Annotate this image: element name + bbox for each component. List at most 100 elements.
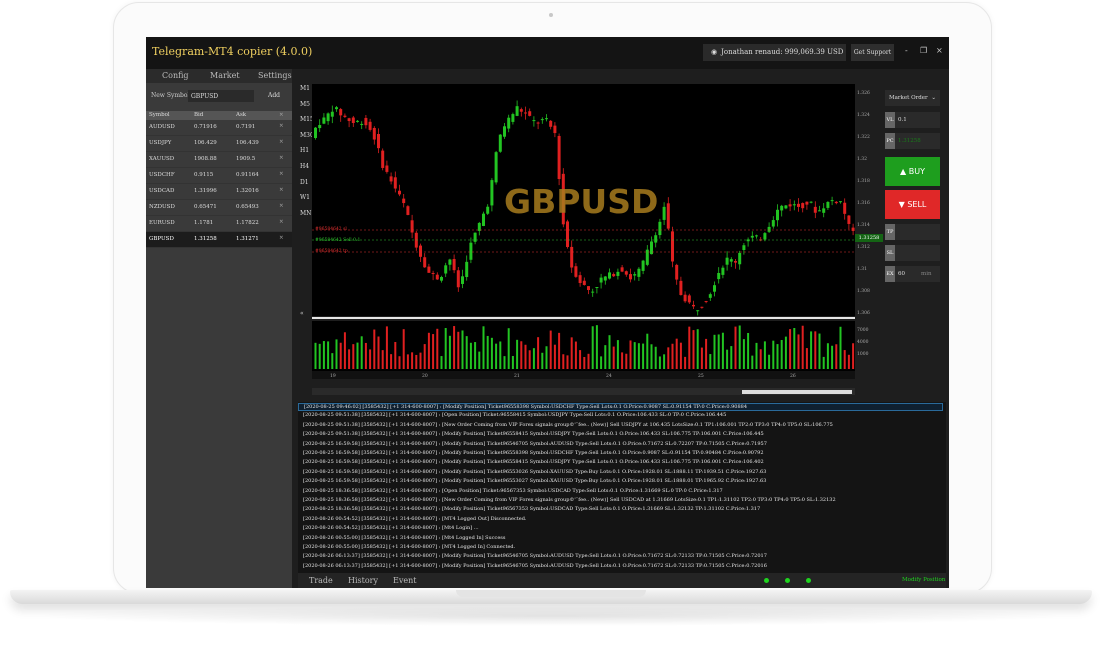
volume-bar bbox=[650, 344, 653, 369]
symbol-row[interactable]: EURUSD 1.1781 1.17822 × bbox=[146, 216, 292, 232]
remove-symbol-icon[interactable]: × bbox=[279, 203, 284, 209]
symbol-row[interactable]: AUDUSD 0.71916 0.7191 × bbox=[146, 120, 292, 136]
candle-body bbox=[675, 264, 679, 280]
volume-bar bbox=[343, 332, 346, 369]
candle-body bbox=[381, 150, 385, 168]
expiry-field[interactable]: EX 60 min bbox=[885, 266, 940, 282]
volume-bar bbox=[822, 356, 825, 369]
candle-body bbox=[473, 232, 477, 242]
timeframe-d1[interactable]: D1 bbox=[300, 179, 309, 186]
time-axis-label: 26 bbox=[790, 373, 796, 379]
buy-button[interactable]: ▲ BUY bbox=[885, 157, 940, 186]
volume-bar bbox=[789, 329, 792, 369]
symbol-row[interactable]: GBPUSD 1.31258 1.31271 × bbox=[146, 232, 292, 248]
volume-label: VL bbox=[885, 112, 895, 128]
price-axis-label: 1.314 bbox=[857, 222, 870, 228]
candle-body bbox=[637, 268, 641, 277]
remove-symbol-icon[interactable]: × bbox=[279, 155, 284, 161]
remove-symbol-icon[interactable]: × bbox=[279, 187, 284, 193]
new-symbol-input[interactable] bbox=[188, 90, 254, 102]
bottom-bar: Trade History Event Modify Position bbox=[298, 573, 946, 588]
volume-bar bbox=[482, 326, 485, 369]
volume-bar bbox=[730, 346, 733, 369]
symbol-row[interactable]: NZDUSD 0.65471 0.65493 × bbox=[146, 200, 292, 216]
remove-symbol-icon[interactable]: × bbox=[279, 219, 284, 225]
order-type-select[interactable]: Market Order ⌄ bbox=[885, 90, 940, 106]
candle-body bbox=[654, 235, 658, 243]
candle-body bbox=[498, 134, 502, 152]
remove-symbol-icon[interactable]: × bbox=[279, 139, 284, 145]
symbol-row[interactable]: XAUUSD 1908.88 1909.5 × bbox=[146, 152, 292, 168]
tab-settings[interactable]: Settings bbox=[258, 71, 292, 80]
volume-bar bbox=[784, 336, 787, 369]
volume-bar bbox=[419, 352, 422, 369]
candle-body bbox=[641, 260, 645, 271]
volume-bar bbox=[738, 325, 741, 369]
volume-bar bbox=[700, 347, 703, 369]
candle-body bbox=[419, 245, 422, 257]
remove-symbol-icon[interactable]: × bbox=[279, 171, 284, 177]
candle-body bbox=[482, 213, 485, 226]
add-symbol-button[interactable]: Add bbox=[261, 90, 287, 102]
tab-trade[interactable]: Trade bbox=[309, 576, 333, 585]
minimize-button[interactable]: - bbox=[905, 46, 908, 55]
sell-button[interactable]: ▼ SELL bbox=[885, 190, 940, 219]
volume-bar bbox=[440, 356, 443, 369]
maximize-button[interactable]: ❐ bbox=[920, 46, 927, 55]
symbol-row[interactable]: USDJPY 106.429 106.439 × bbox=[146, 136, 292, 152]
take-profit-field[interactable]: TP bbox=[885, 224, 940, 240]
candle-body bbox=[608, 272, 611, 279]
volume-bar bbox=[608, 335, 611, 369]
timeframe-m1[interactable]: M1 bbox=[300, 85, 310, 92]
candle-body bbox=[822, 208, 826, 213]
candle-body bbox=[519, 109, 523, 112]
volume-bar bbox=[663, 354, 666, 369]
remove-symbol-icon[interactable]: × bbox=[279, 123, 284, 129]
timeframe-h1[interactable]: H1 bbox=[300, 147, 309, 154]
collapse-panel-icon[interactable]: « bbox=[300, 310, 304, 317]
event-log[interactable]: [2020-08-25 09:46:02] [3585432] [+1 314-… bbox=[298, 402, 946, 573]
candle-body bbox=[553, 125, 557, 134]
candle-body bbox=[314, 127, 317, 138]
close-button[interactable]: × bbox=[936, 46, 943, 55]
volume-bar bbox=[511, 355, 514, 369]
volume-value: 0.1 bbox=[898, 117, 907, 123]
candle-body bbox=[633, 274, 637, 276]
tab-history[interactable]: History bbox=[348, 576, 378, 585]
tab-config[interactable]: Config bbox=[162, 71, 189, 80]
candle-body bbox=[603, 276, 607, 281]
log-entry: [2020-08-25 16:59:58] [3585432] [+1 314-… bbox=[303, 450, 764, 456]
tab-event[interactable]: Event bbox=[393, 576, 416, 585]
timeframe-h4[interactable]: H4 bbox=[300, 163, 309, 170]
candle-body bbox=[393, 177, 397, 189]
candle-body bbox=[578, 275, 582, 283]
candle-body bbox=[725, 257, 729, 265]
account-info[interactable]: ◉ Jonathan renaud: 999,069.39 USD bbox=[703, 44, 846, 61]
volume-bar bbox=[801, 325, 804, 369]
volume-field[interactable]: VL 0.1 bbox=[885, 112, 940, 128]
symbol-row[interactable]: USDCAD 1.31996 1.32016 × bbox=[146, 184, 292, 200]
candle-body bbox=[658, 221, 662, 236]
price-value: 1.31258 bbox=[898, 138, 921, 144]
volume-bar bbox=[469, 342, 472, 369]
log-entry: [2020-08-26 00:54:52] [3585432] [+1 314-… bbox=[303, 515, 527, 522]
log-entry: [2020-08-25 16:59:58] [3585432] [+1 314-… bbox=[303, 468, 767, 475]
tab-market[interactable]: Market bbox=[210, 71, 240, 80]
stop-loss-field[interactable]: SL bbox=[885, 245, 940, 261]
volume-bar bbox=[570, 337, 573, 369]
log-entry: [2020-08-25 16:59:58] [3585432] [+1 314-… bbox=[303, 459, 764, 466]
volume-bar bbox=[490, 337, 493, 369]
remove-symbol-icon[interactable]: × bbox=[279, 235, 284, 241]
volume-bar bbox=[545, 346, 548, 369]
price-field[interactable]: PC 1.31258 bbox=[885, 133, 940, 149]
order-type-value: Market Order bbox=[889, 95, 928, 101]
timeframe-m5[interactable]: M5 bbox=[300, 101, 310, 108]
candle-body bbox=[536, 122, 540, 124]
candle-body bbox=[528, 111, 532, 116]
symbol-row[interactable]: USDCHF 0.9115 0.91164 × bbox=[146, 168, 292, 184]
price-axis-label: 1.322 bbox=[857, 134, 870, 140]
timeframe-w1[interactable]: W1 bbox=[300, 194, 310, 201]
volume-bar bbox=[625, 353, 628, 369]
volume-bar bbox=[621, 352, 624, 369]
get-support-button[interactable]: Get Support bbox=[851, 44, 894, 61]
